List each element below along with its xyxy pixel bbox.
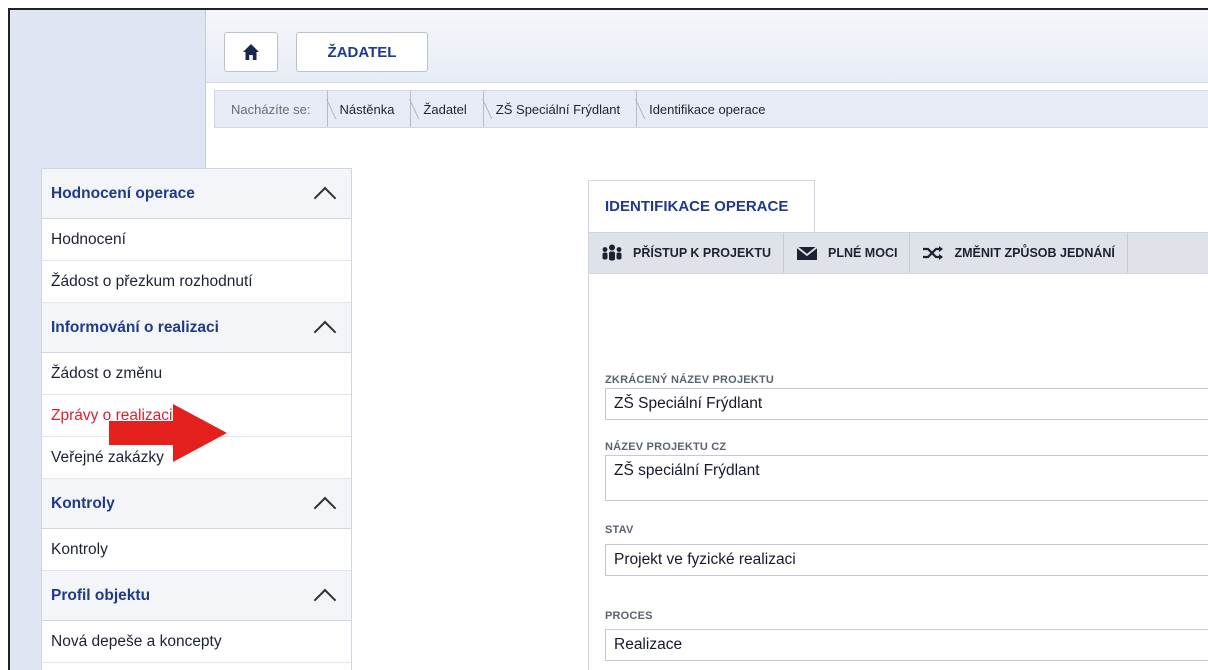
- short-name-label: ZKRÁCENÝ NÁZEV PROJEKTU: [605, 374, 775, 386]
- content-panel: ZKRÁCENÝ NÁZEV PROJEKTU ZŠ Speciální Frý…: [588, 274, 1208, 670]
- access-to-project-label: PŘÍSTUP K PROJEKTU: [633, 246, 771, 260]
- sidebar-section-title: Informování o realizaci: [51, 318, 219, 336]
- sidebar-item-kontroly[interactable]: Kontroly: [42, 529, 351, 571]
- sidebar-section-title: Hodnocení operace: [51, 184, 195, 202]
- status-field[interactable]: Projekt ve fyzické realizaci: [605, 544, 1208, 576]
- sidebar-section-kontroly[interactable]: Kontroly: [42, 479, 351, 529]
- breadcrumb-item-project[interactable]: ZŠ Speciální Frýdlant: [484, 91, 638, 127]
- name-cz-label: NÁZEV PROJEKTU CZ: [605, 441, 727, 453]
- name-cz-field[interactable]: ZŠ speciální Frýdlant: [605, 455, 1208, 501]
- home-icon: [243, 44, 259, 60]
- shuffle-icon: [923, 246, 944, 260]
- top-bar: ŽADATEL: [206, 10, 1208, 83]
- short-name-field[interactable]: ZŠ Speciální Frýdlant: [605, 388, 1208, 420]
- process-label: PROCES: [605, 610, 653, 622]
- sidebar-item-hodnoceni[interactable]: Hodnocení: [42, 219, 351, 261]
- tab-identifikace-operace[interactable]: IDENTIFIKACE OPERACE: [588, 180, 815, 232]
- status-label: STAV: [605, 524, 634, 536]
- breadcrumb: Nacházíte se: Nástěnka Žadatel ZŠ Speciá…: [214, 90, 1208, 128]
- applicant-button[interactable]: ŽADATEL: [296, 32, 428, 72]
- breadcrumb-item-current: Identifikace operace: [649, 101, 766, 117]
- sidebar-section-hodnoceni-operace[interactable]: Hodnocení operace: [42, 169, 351, 219]
- process-field[interactable]: Realizace: [605, 629, 1208, 661]
- sidebar-item-nova-depese[interactable]: Nová depeše a koncepty: [42, 621, 351, 663]
- chevron-up-icon[interactable]: [313, 496, 337, 519]
- sidebar-section-title: Profil objektu: [51, 586, 151, 604]
- chevron-up-icon[interactable]: [313, 588, 337, 611]
- sidebar-section-title: Kontroly: [51, 494, 115, 512]
- chevron-up-icon[interactable]: [313, 186, 337, 209]
- users-icon: [602, 244, 622, 261]
- sidebar-item-zadost-o-zmenu[interactable]: Žádost o změnu: [42, 353, 351, 395]
- home-button[interactable]: [224, 32, 278, 72]
- sidebar-section-informovani[interactable]: Informování o realizaci: [42, 303, 351, 353]
- change-negotiation-label: ZMĚNIT ZPŮSOB JEDNÁNÍ: [954, 246, 1115, 260]
- access-to-project-button[interactable]: PŘÍSTUP K PROJEKTU: [589, 233, 784, 273]
- envelope-icon: [796, 246, 818, 260]
- breadcrumb-item-nastenka[interactable]: Nástěnka: [328, 91, 412, 127]
- powers-of-attorney-button[interactable]: PLNÉ MOCI: [784, 233, 911, 273]
- breadcrumb-item-zadatel[interactable]: Žadatel: [411, 91, 484, 127]
- red-arrow-icon: [109, 404, 227, 462]
- sidebar-item-zadost-o-prezkum[interactable]: Žádost o přezkum rozhodnutí: [42, 261, 351, 303]
- breadcrumb-prefix: Nacházíte se:: [215, 91, 328, 127]
- screenshot-frame: ŽADATEL Nacházíte se: Nástěnka Žadatel Z…: [8, 8, 1208, 670]
- chevron-up-icon[interactable]: [313, 320, 337, 343]
- change-negotiation-button[interactable]: ZMĚNIT ZPŮSOB JEDNÁNÍ: [910, 233, 1128, 273]
- sidebar-section-profil-objektu[interactable]: Profil objektu: [42, 571, 351, 621]
- tab-toolbar: PŘÍSTUP K PROJEKTU PLNÉ MOCI ZMĚNIT ZPŮS…: [588, 232, 1208, 274]
- powers-of-attorney-label: PLNÉ MOCI: [828, 246, 898, 260]
